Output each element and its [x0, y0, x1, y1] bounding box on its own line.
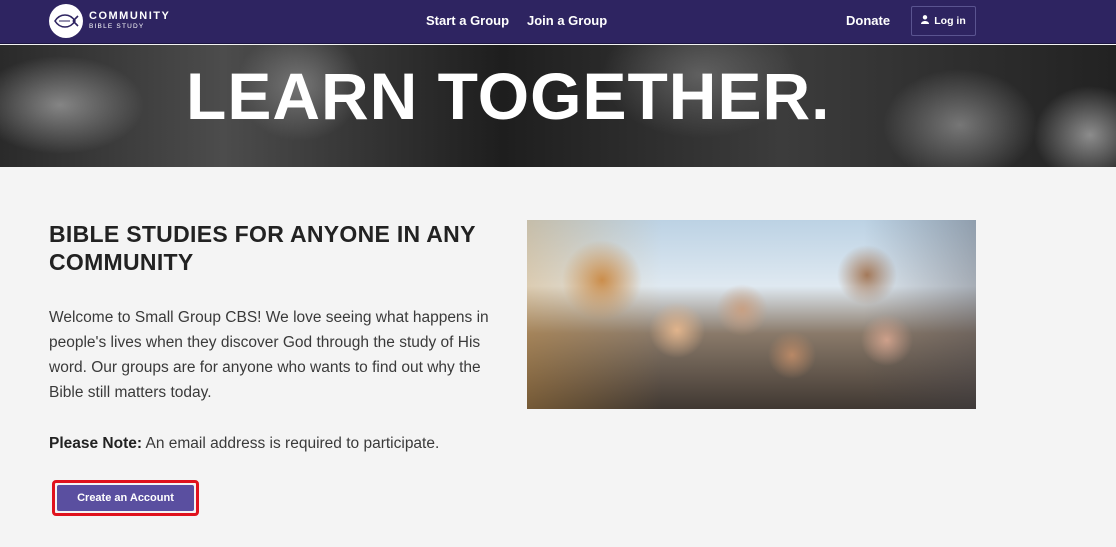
hero-title: LEARN TOGETHER.	[186, 59, 831, 133]
donate-link[interactable]: Donate	[846, 13, 890, 28]
note-label: Please Note:	[49, 435, 143, 452]
login-button[interactable]: Log in	[911, 6, 976, 36]
join-a-group-link[interactable]: Join a Group	[527, 13, 607, 28]
participation-note: Please Note: An email address is require…	[49, 435, 439, 453]
fish-logo-icon	[49, 4, 83, 38]
page-heading: BIBLE STUDIES FOR ANYONE IN ANY COMMUNIT…	[49, 221, 476, 275]
user-icon	[921, 15, 930, 27]
hero-banner: LEARN TOGETHER.	[0, 45, 1116, 167]
logo[interactable]: COMMUNITY BIBLE STUDY	[49, 4, 170, 38]
logo-line1: COMMUNITY	[89, 10, 171, 23]
logo-line2: BIBLE STUDY	[89, 23, 145, 31]
note-text: An email address is required to particip…	[142, 435, 440, 452]
welcome-text: Welcome to Small Group CBS! We love seei…	[49, 309, 489, 401]
create-account-button[interactable]: Create an Account	[57, 485, 194, 511]
top-nav: COMMUNITY BIBLE STUDY Start a Group Join…	[0, 0, 1116, 44]
start-a-group-link[interactable]: Start a Group	[426, 13, 509, 28]
create-account-highlight: Create an Account	[52, 480, 199, 516]
group-photo	[527, 220, 976, 409]
login-label: Log in	[934, 15, 966, 27]
